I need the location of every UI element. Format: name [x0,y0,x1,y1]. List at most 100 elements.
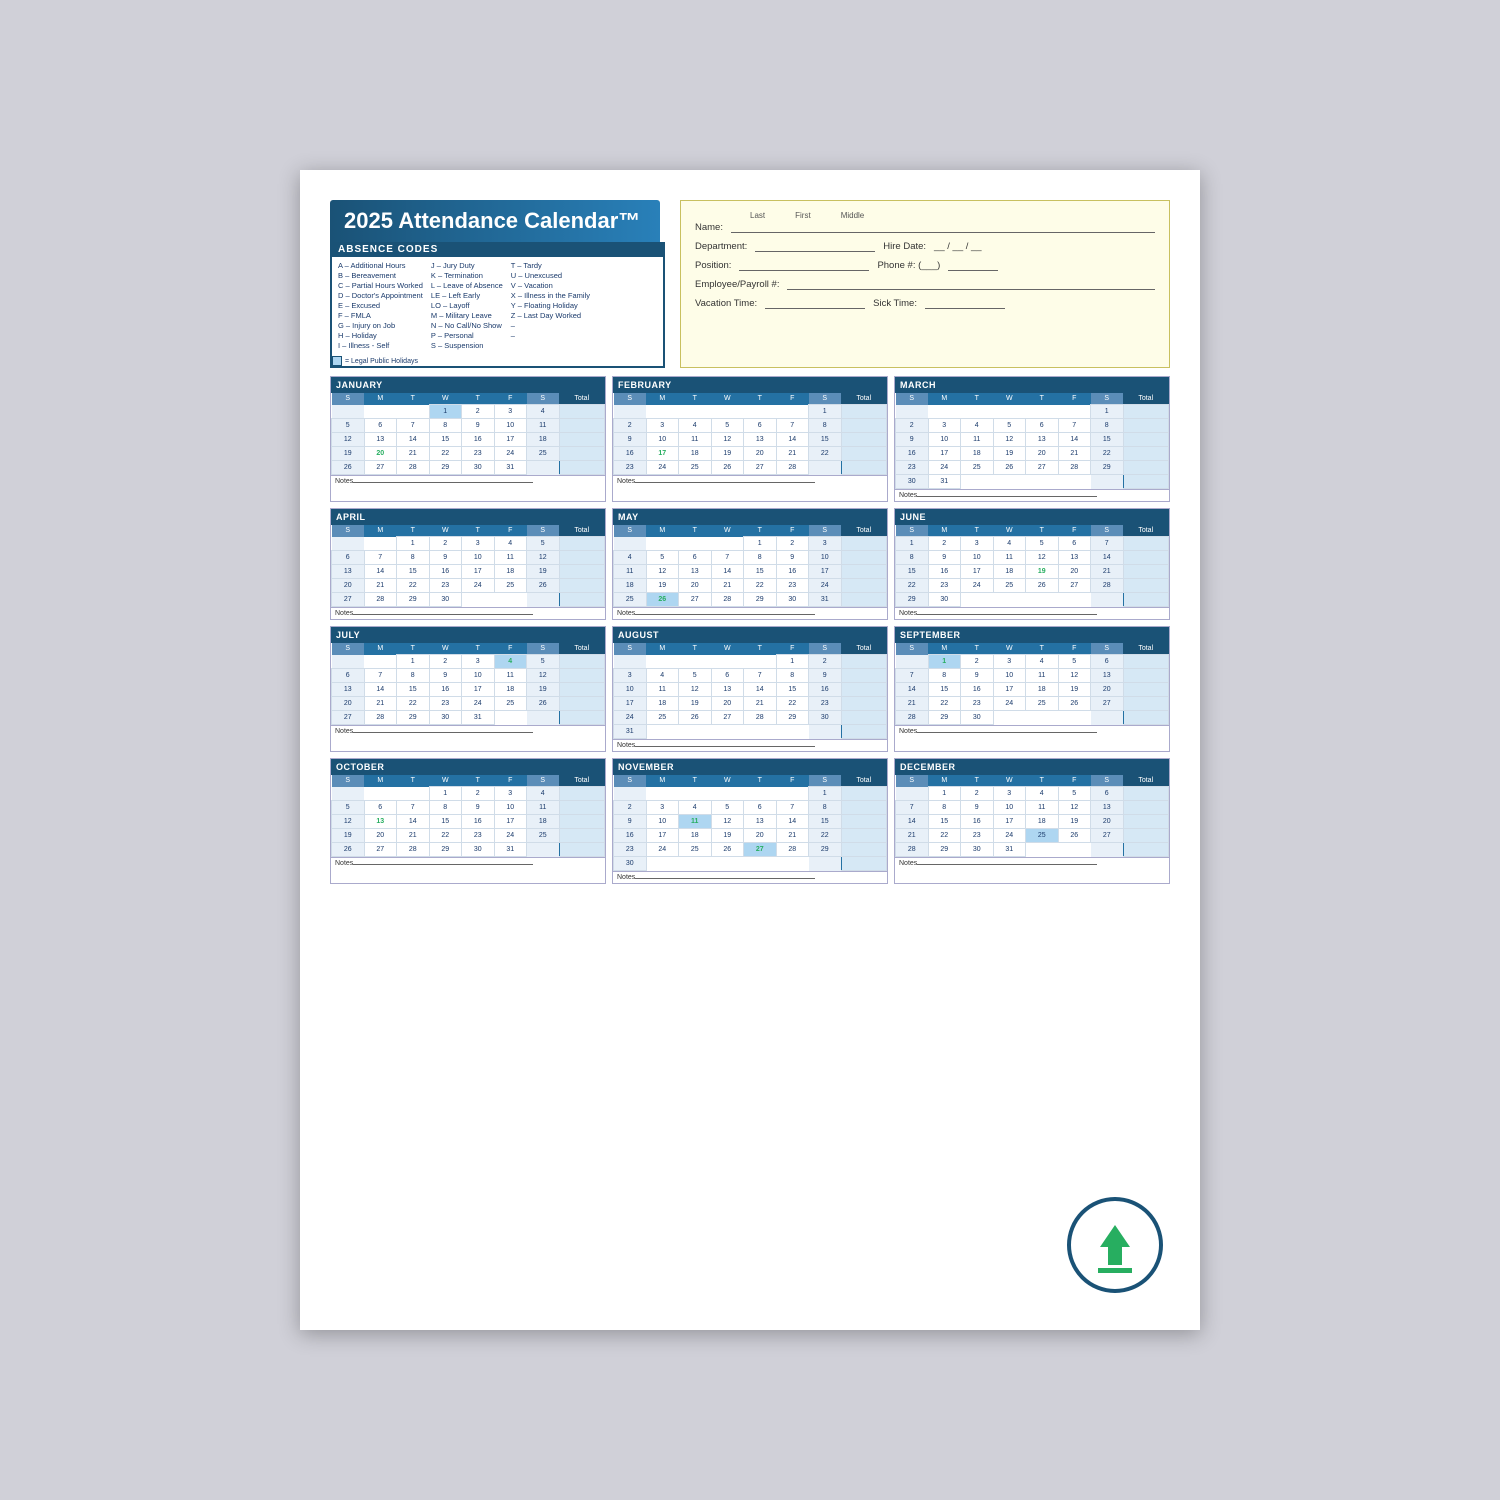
day-cell [364,655,397,669]
day-cell: 24 [993,829,1026,843]
day-cell: 29 [397,711,430,725]
day-cell [679,787,712,801]
day-cell [1026,593,1059,607]
day-cell: 10 [993,669,1026,683]
dept-label: Department: [695,241,747,252]
day-cell: 9 [614,433,647,447]
day-cell: 15 [928,815,961,829]
day-header: T [961,775,994,787]
day-cell: 7 [397,801,430,815]
download-overlay[interactable] [1065,1195,1165,1295]
notes-line: Notes [613,739,887,751]
day-cell: 11 [679,433,712,447]
day-cell: 6 [1058,537,1091,551]
day-cell: 24 [614,711,647,725]
day-cell [1123,711,1169,725]
day-header: S [809,393,842,405]
day-header: Total [1123,525,1169,537]
month-header: APRIL [331,509,605,525]
day-cell: 25 [1026,829,1059,843]
day-header: S [527,775,560,787]
day-cell: 20 [1026,447,1059,461]
day-header: M [646,525,679,537]
day-cell: 3 [494,787,527,801]
day-cell [559,579,605,593]
month-block-august: AUGUSTSMTWTFSTotal1234567891011121314151… [612,626,888,752]
day-cell: 19 [993,447,1026,461]
month-block-november: NOVEMBERSMTWTFSTotal12345678910111213141… [612,758,888,884]
day-cell: 3 [462,537,495,551]
day-cell [559,551,605,565]
dept-line [755,251,875,252]
day-cell: 22 [744,579,777,593]
day-cell: 21 [776,447,809,461]
day-cell: 2 [429,537,462,551]
day-header: W [993,775,1026,787]
day-cell: 26 [527,579,560,593]
day-cell [1123,447,1169,461]
day-cell: 2 [928,537,961,551]
day-cell: 14 [397,815,430,829]
day-cell: 8 [776,669,809,683]
day-cell: 29 [429,461,462,475]
calendars-grid: JANUARYSMTWTFSTotal123456789101112131415… [330,376,1170,884]
day-cell: 6 [711,669,744,683]
day-cell: 8 [809,419,842,433]
day-cell [559,829,605,843]
day-cell: 2 [429,655,462,669]
day-cell [1026,405,1059,419]
day-cell [527,711,560,725]
day-cell [841,669,887,683]
day-cell: 1 [429,405,462,419]
day-cell: 7 [744,669,777,683]
day-cell: 2 [614,801,647,815]
month-table: SMTWTFSTotal1234567891011121314151617181… [613,525,887,607]
day-cell: 28 [776,843,809,857]
day-cell: 24 [961,579,994,593]
day-cell: 22 [928,697,961,711]
day-header: T [679,393,712,405]
day-cell [559,669,605,683]
day-cell [896,405,929,419]
day-cell [993,593,1026,607]
day-cell: 5 [1058,787,1091,801]
day-cell: 13 [364,815,397,829]
day-cell: 30 [462,461,495,475]
day-cell [896,787,929,801]
day-cell: 23 [429,697,462,711]
day-header: T [462,393,495,405]
day-cell: 21 [711,579,744,593]
day-cell: 20 [364,447,397,461]
day-cell: 13 [332,565,365,579]
day-cell [961,405,994,419]
notes-line: Notes [895,489,1169,501]
day-header: S [614,525,647,537]
day-cell: 8 [744,551,777,565]
day-header: S [527,393,560,405]
notes-line: Notes [613,871,887,883]
day-cell [614,655,647,669]
day-cell: 18 [494,565,527,579]
day-cell: 5 [679,669,712,683]
day-cell: 30 [429,593,462,607]
day-cell [1026,711,1059,725]
day-header: S [896,643,929,655]
month-block-january: JANUARYSMTWTFSTotal123456789101112131415… [330,376,606,502]
day-cell [809,857,842,871]
day-cell [744,405,777,419]
code-item: H – Holiday [338,331,423,340]
day-cell [711,655,744,669]
day-cell: 19 [1058,815,1091,829]
day-cell: 21 [776,829,809,843]
code-item: Z – Last Day Worked [511,311,590,320]
day-cell: 5 [527,655,560,669]
day-cell: 3 [809,537,842,551]
code-item: – [511,331,590,340]
day-cell: 26 [1058,697,1091,711]
day-cell [744,725,777,739]
day-cell: 12 [527,551,560,565]
day-cell: 6 [1091,655,1124,669]
day-header: M [364,393,397,405]
day-cell: 27 [744,843,777,857]
day-cell: 16 [462,815,495,829]
